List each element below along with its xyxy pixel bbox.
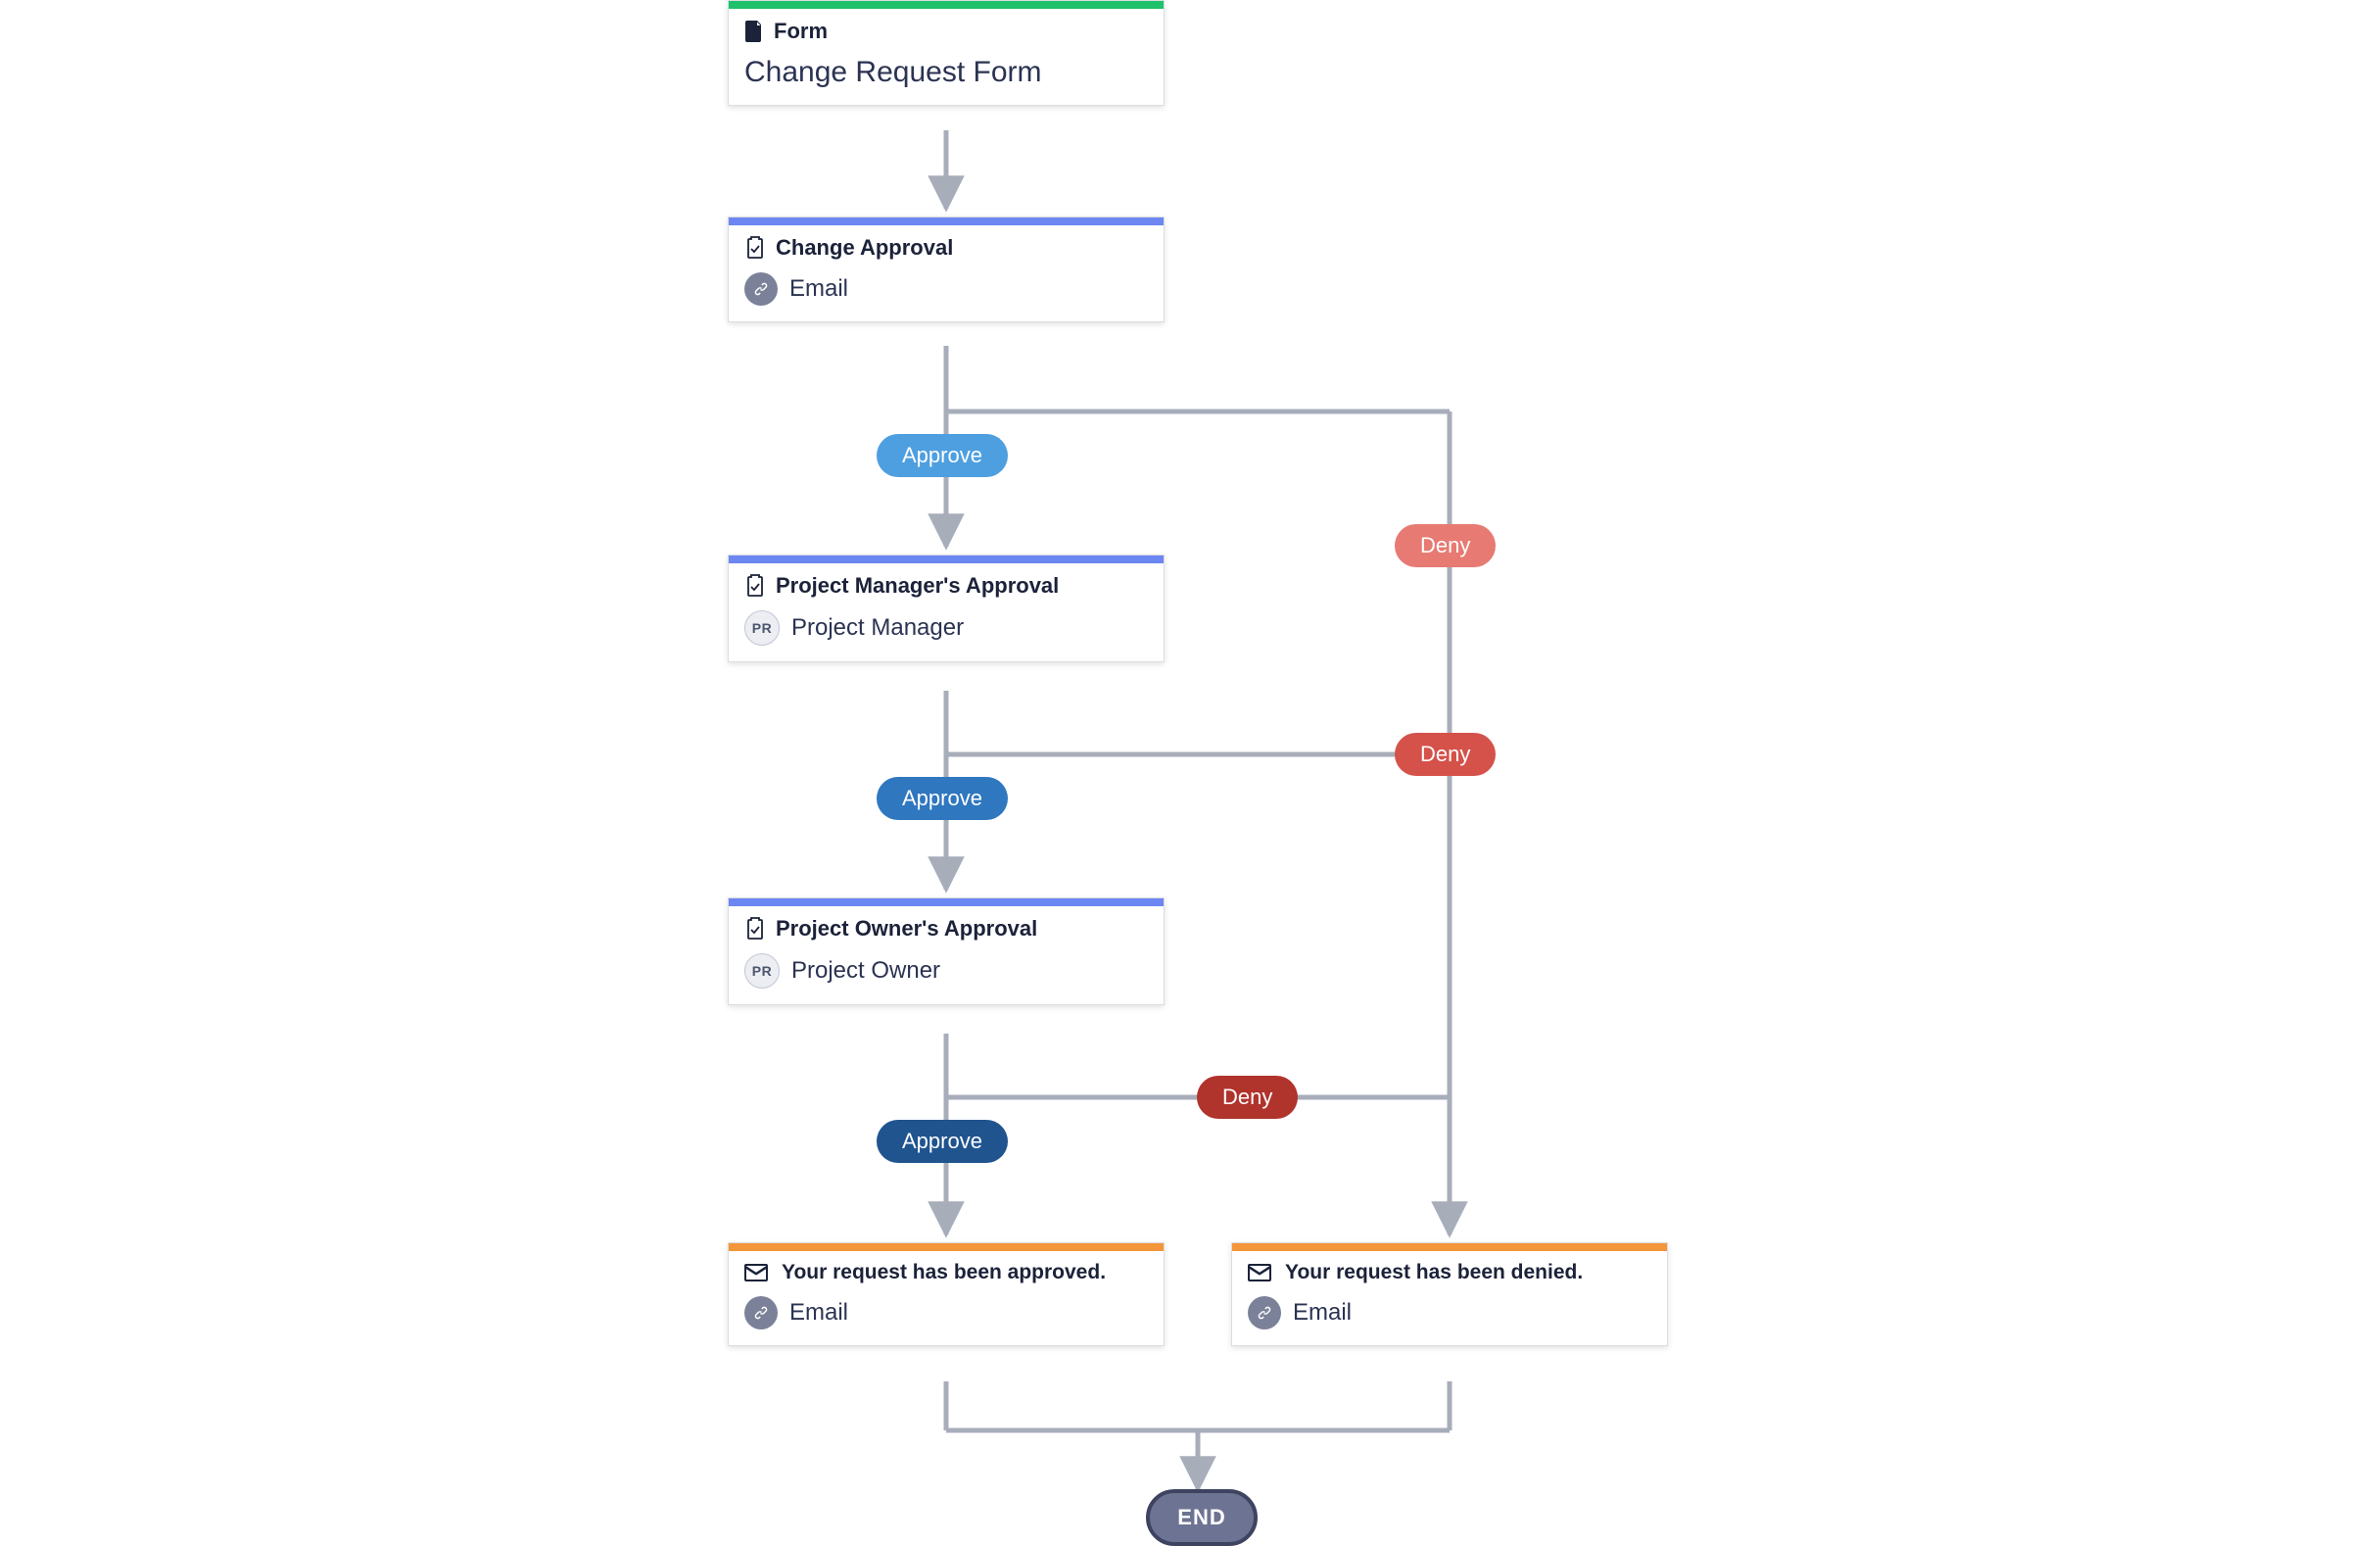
- node-title: Your request has been approved.: [782, 1261, 1106, 1284]
- assignee-label: Project Manager: [791, 614, 964, 642]
- pill-approve-2[interactable]: Approve: [877, 777, 1008, 820]
- node-body: Email: [729, 1290, 1164, 1345]
- link-icon: [744, 1296, 778, 1329]
- node-stripe: [729, 898, 1164, 906]
- avatar: PR: [744, 610, 780, 646]
- node-title: Project Owner's Approval: [776, 916, 1037, 942]
- node-title: Project Manager's Approval: [776, 573, 1059, 599]
- node-body: Email: [1232, 1290, 1667, 1345]
- pill-deny-3[interactable]: Deny: [1197, 1076, 1298, 1119]
- connectors-layer: [0, 0, 2380, 1538]
- workflow-canvas: Form Change Request Form Change Approval…: [0, 0, 2380, 1538]
- node-header: Your request has been approved.: [729, 1251, 1164, 1290]
- node-header: Change Approval: [729, 225, 1164, 266]
- node-body: Change Request Form: [729, 50, 1164, 105]
- node-denied-email[interactable]: Your request has been denied. Email: [1231, 1242, 1668, 1346]
- node-stripe: [729, 556, 1164, 563]
- link-icon: [1248, 1296, 1281, 1329]
- envelope-icon: [1248, 1264, 1271, 1281]
- link-icon: [744, 272, 778, 306]
- node-title: Change Approval: [776, 235, 953, 261]
- pill-approve-1[interactable]: Approve: [877, 434, 1008, 477]
- avatar: PR: [744, 953, 780, 989]
- document-icon: [744, 21, 764, 42]
- node-header: Form: [729, 9, 1164, 50]
- node-stripe: [729, 217, 1164, 225]
- node-header: Project Owner's Approval: [729, 906, 1164, 947]
- node-approved-email[interactable]: Your request has been approved. Email: [728, 1242, 1165, 1346]
- node-title: Your request has been denied.: [1285, 1261, 1583, 1284]
- assignee-label: Project Owner: [791, 957, 940, 985]
- envelope-icon: [744, 1264, 768, 1281]
- node-stripe: [729, 1243, 1164, 1251]
- end-node: END: [1146, 1489, 1258, 1546]
- node-stripe: [1232, 1243, 1667, 1251]
- form-title: Change Request Form: [744, 56, 1042, 89]
- pill-deny-1[interactable]: Deny: [1395, 524, 1496, 567]
- node-pm-approval[interactable]: Project Manager's Approval PR Project Ma…: [728, 555, 1165, 662]
- node-po-approval[interactable]: Project Owner's Approval PR Project Owne…: [728, 897, 1165, 1005]
- node-body: Email: [729, 266, 1164, 321]
- pill-deny-2[interactable]: Deny: [1395, 733, 1496, 776]
- node-header: Your request has been denied.: [1232, 1251, 1667, 1290]
- node-type-label: Form: [774, 19, 828, 44]
- assignee-label: Email: [789, 1299, 848, 1327]
- pill-approve-3[interactable]: Approve: [877, 1120, 1008, 1163]
- node-stripe: [729, 1, 1164, 9]
- node-change-approval[interactable]: Change Approval Email: [728, 217, 1165, 322]
- assignee-label: Email: [789, 275, 848, 303]
- node-body: PR Project Manager: [729, 604, 1164, 661]
- node-body: PR Project Owner: [729, 947, 1164, 1004]
- approval-clipboard-icon: [744, 917, 766, 941]
- approval-clipboard-icon: [744, 236, 766, 260]
- node-form[interactable]: Form Change Request Form: [728, 0, 1165, 106]
- node-header: Project Manager's Approval: [729, 563, 1164, 604]
- assignee-label: Email: [1293, 1299, 1352, 1327]
- approval-clipboard-icon: [744, 574, 766, 598]
